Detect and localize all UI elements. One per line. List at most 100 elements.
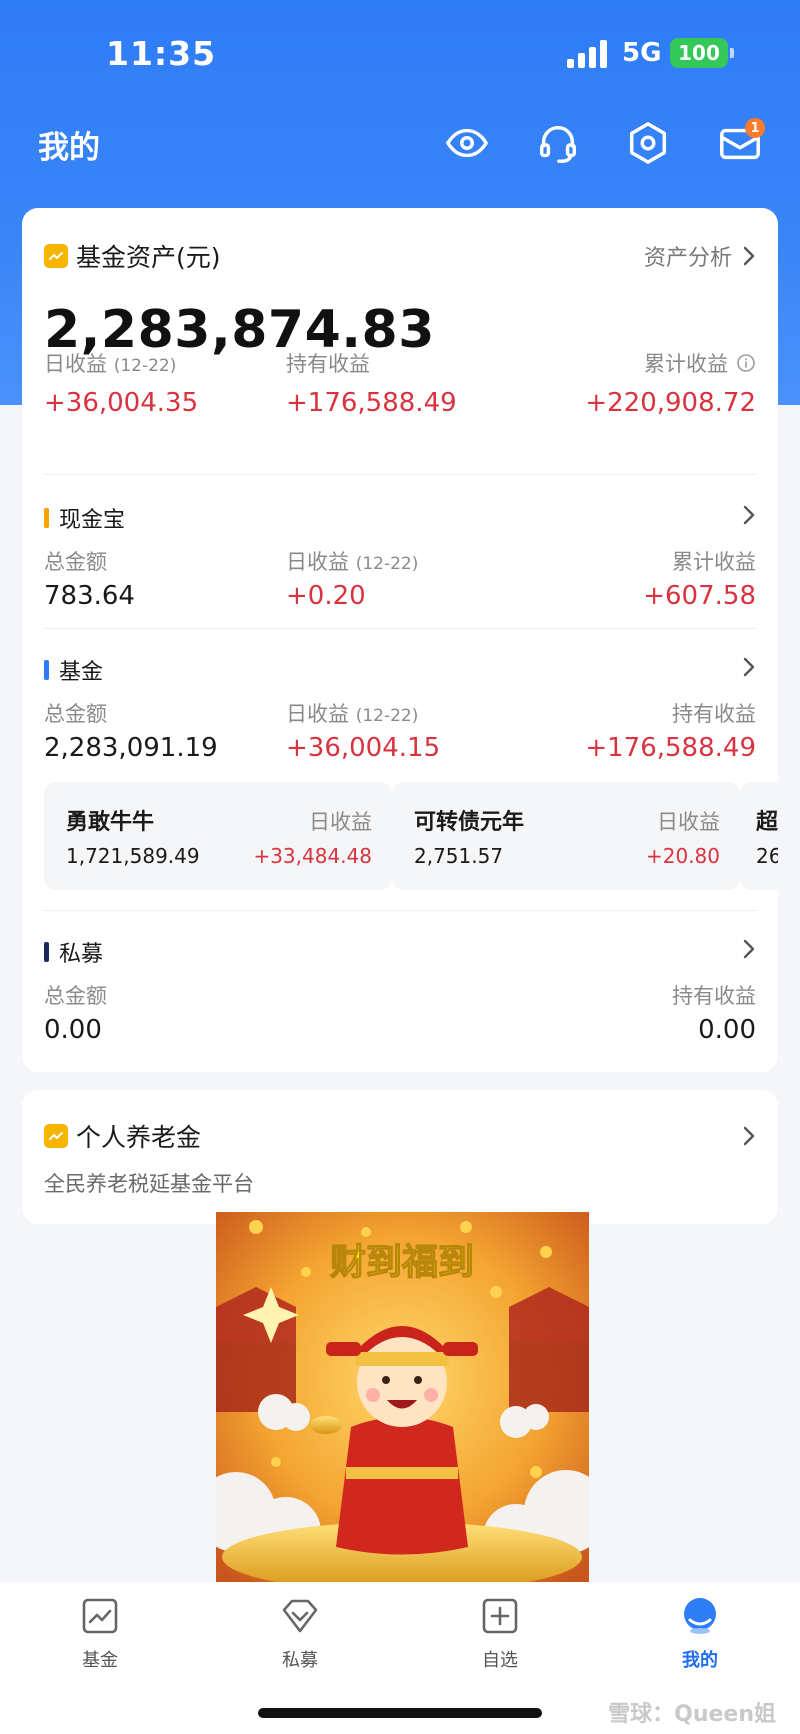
fund-daily-value: +36,004.15 bbox=[286, 733, 441, 763]
fund-total-label: 总金额 bbox=[44, 702, 107, 726]
cash-daily-label-text: 日收益 bbox=[286, 550, 349, 574]
cash-daily-label: 日收益 (12-22) bbox=[286, 546, 418, 576]
fund-holding-card[interactable]: 勇敢牛牛 日收益 1,721,589.49 +33,484.48 bbox=[44, 782, 392, 890]
tab-watchlist[interactable]: 自选 bbox=[440, 1596, 560, 1672]
daily-earning-date: (12-22) bbox=[113, 356, 177, 376]
cash-total-label: 总金额 bbox=[44, 550, 107, 574]
holding-daily-earning: +33,484.48 bbox=[253, 844, 372, 868]
screen: 11:35 5G 100 我的 1 基金资产(元) 资产分析 2,283,874… bbox=[0, 0, 800, 1734]
fund-assets-header: 基金资产(元) 资产分析 bbox=[44, 238, 756, 274]
fund-section-title[interactable]: 基金 bbox=[44, 654, 103, 686]
divider bbox=[44, 910, 756, 911]
cash-daily-date: (12-22) bbox=[355, 554, 419, 574]
chart-trend-icon bbox=[44, 1124, 68, 1148]
fund-daily-label-text: 日收益 bbox=[286, 702, 349, 726]
promo-image: 财到福到 bbox=[216, 1212, 589, 1585]
chart-trend-icon bbox=[44, 244, 68, 268]
tab-mine-label: 我的 bbox=[682, 1650, 718, 1671]
private-total-value: 0.00 bbox=[44, 1015, 102, 1045]
divider bbox=[44, 628, 756, 629]
divider bbox=[44, 474, 756, 475]
info-icon[interactable] bbox=[736, 353, 756, 373]
fund-holding-card[interactable]: 可转债元年 日收益 2,751.57 +20.80 bbox=[392, 782, 740, 890]
holding-daily-label: 日收益 bbox=[309, 810, 372, 834]
mail-icon[interactable]: 1 bbox=[715, 118, 765, 168]
chevron-right-icon[interactable] bbox=[742, 1125, 756, 1147]
daily-earning-label-text: 日收益 bbox=[44, 352, 107, 376]
pension-card[interactable]: 个人养老金 全民养老税延基金平台 bbox=[22, 1090, 778, 1224]
fund-holding-value: +176,588.49 bbox=[585, 733, 756, 763]
cash-total-value: 783.64 bbox=[44, 581, 135, 611]
asset-analysis-label: 资产分析 bbox=[643, 246, 732, 271]
page-title: 我的 bbox=[38, 130, 100, 166]
tab-fund[interactable]: 基金 bbox=[40, 1596, 160, 1672]
private-total-label: 总金额 bbox=[44, 984, 107, 1008]
pension-chevron-wrap bbox=[732, 1125, 756, 1147]
holding-daily-earning: +20.80 bbox=[645, 844, 720, 868]
holding-amount: 2,751.57 bbox=[414, 844, 504, 868]
daily-earning-label: 日收益 (12-22) bbox=[44, 348, 176, 378]
cash-section-title[interactable]: 现金宝 bbox=[44, 502, 125, 534]
holding-amount: 26 bbox=[756, 844, 778, 868]
private-bar-marker bbox=[44, 942, 49, 962]
fund-total-value: 2,283,091.19 bbox=[44, 733, 218, 763]
pension-subtitle: 全民养老税延基金平台 bbox=[44, 1172, 254, 1196]
status-bar: 11:35 5G 100 bbox=[0, 0, 800, 100]
holding-name: 可转债元年 bbox=[414, 810, 525, 835]
private-holding-value: 0.00 bbox=[698, 1015, 756, 1045]
cash-daily-value: +0.20 bbox=[286, 581, 366, 611]
holding-earning-value: +176,588.49 bbox=[286, 388, 457, 418]
private-holding-label: 持有收益 bbox=[672, 984, 756, 1008]
cash-title: 现金宝 bbox=[59, 508, 126, 533]
holding-amount: 1,721,589.49 bbox=[66, 844, 200, 868]
watermark: 雪球：Queen姐 bbox=[608, 1702, 776, 1727]
cash-bar-marker bbox=[44, 508, 49, 528]
fund-bar-marker bbox=[44, 660, 49, 680]
network-type: 5G bbox=[622, 38, 662, 68]
chart-icon bbox=[82, 1598, 118, 1634]
fund-daily-label: 日收益 (12-22) bbox=[286, 698, 418, 728]
chevron-right-icon[interactable] bbox=[742, 656, 756, 678]
cash-cumulative-label: 累计收益 bbox=[672, 550, 756, 574]
tab-watchlist-label: 自选 bbox=[482, 1650, 518, 1671]
tab-mine[interactable]: 我的 bbox=[640, 1596, 760, 1672]
holding-name: 勇敢牛牛 bbox=[66, 810, 155, 835]
fund-assets-title: 基金资产(元) bbox=[76, 243, 221, 272]
private-section-title[interactable]: 私募 bbox=[44, 936, 103, 968]
holding-daily-label: 日收益 bbox=[657, 810, 720, 834]
home-indicator[interactable] bbox=[258, 1708, 542, 1718]
headset-icon[interactable] bbox=[533, 118, 583, 168]
fund-daily-date: (12-22) bbox=[355, 706, 419, 726]
settings-hexagon-icon[interactable] bbox=[623, 118, 673, 168]
signal-icon bbox=[567, 40, 611, 68]
chevron-right-icon[interactable] bbox=[742, 938, 756, 960]
cumulative-earning-label-text: 累计收益 bbox=[644, 352, 728, 376]
promo-text: 财到福到 bbox=[330, 1241, 474, 1282]
fund-holding-label: 持有收益 bbox=[672, 702, 756, 726]
eye-icon[interactable] bbox=[442, 118, 492, 168]
chevron-right-icon bbox=[743, 246, 755, 266]
tab-private[interactable]: 私募 bbox=[240, 1596, 360, 1672]
tab-fund-label: 基金 bbox=[82, 1650, 118, 1671]
chevron-right-icon[interactable] bbox=[742, 504, 756, 526]
diamond-icon bbox=[282, 1599, 318, 1633]
tab-private-label: 私募 bbox=[282, 1650, 318, 1671]
cumulative-earning-value: +220,908.72 bbox=[585, 388, 756, 418]
cumulative-earning-label: 累计收益 bbox=[644, 348, 756, 378]
holding-earning-label: 持有收益 bbox=[286, 352, 370, 376]
fund-title: 基金 bbox=[59, 660, 104, 685]
daily-earning-value: +36,004.35 bbox=[44, 388, 199, 418]
pension-title: 个人养老金 bbox=[76, 1123, 202, 1152]
fund-holding-card[interactable]: 超 26 bbox=[740, 782, 778, 890]
plus-square-icon bbox=[482, 1598, 518, 1634]
asset-analysis-link[interactable]: 资产分析 bbox=[644, 240, 756, 272]
pension-header: 个人养老金 bbox=[44, 1118, 756, 1154]
fund-assets-card: 基金资产(元) 资产分析 2,283,874.83 日收益 (12-22) 持有… bbox=[22, 208, 778, 1072]
cash-cumulative-value: +607.58 bbox=[643, 581, 756, 611]
private-title: 私募 bbox=[59, 942, 104, 967]
status-time: 11:35 bbox=[106, 34, 217, 73]
battery-level: 100 bbox=[678, 41, 720, 65]
holding-name: 超 bbox=[756, 810, 778, 835]
profile-icon bbox=[684, 1598, 716, 1634]
battery-icon: 100 bbox=[670, 38, 734, 68]
